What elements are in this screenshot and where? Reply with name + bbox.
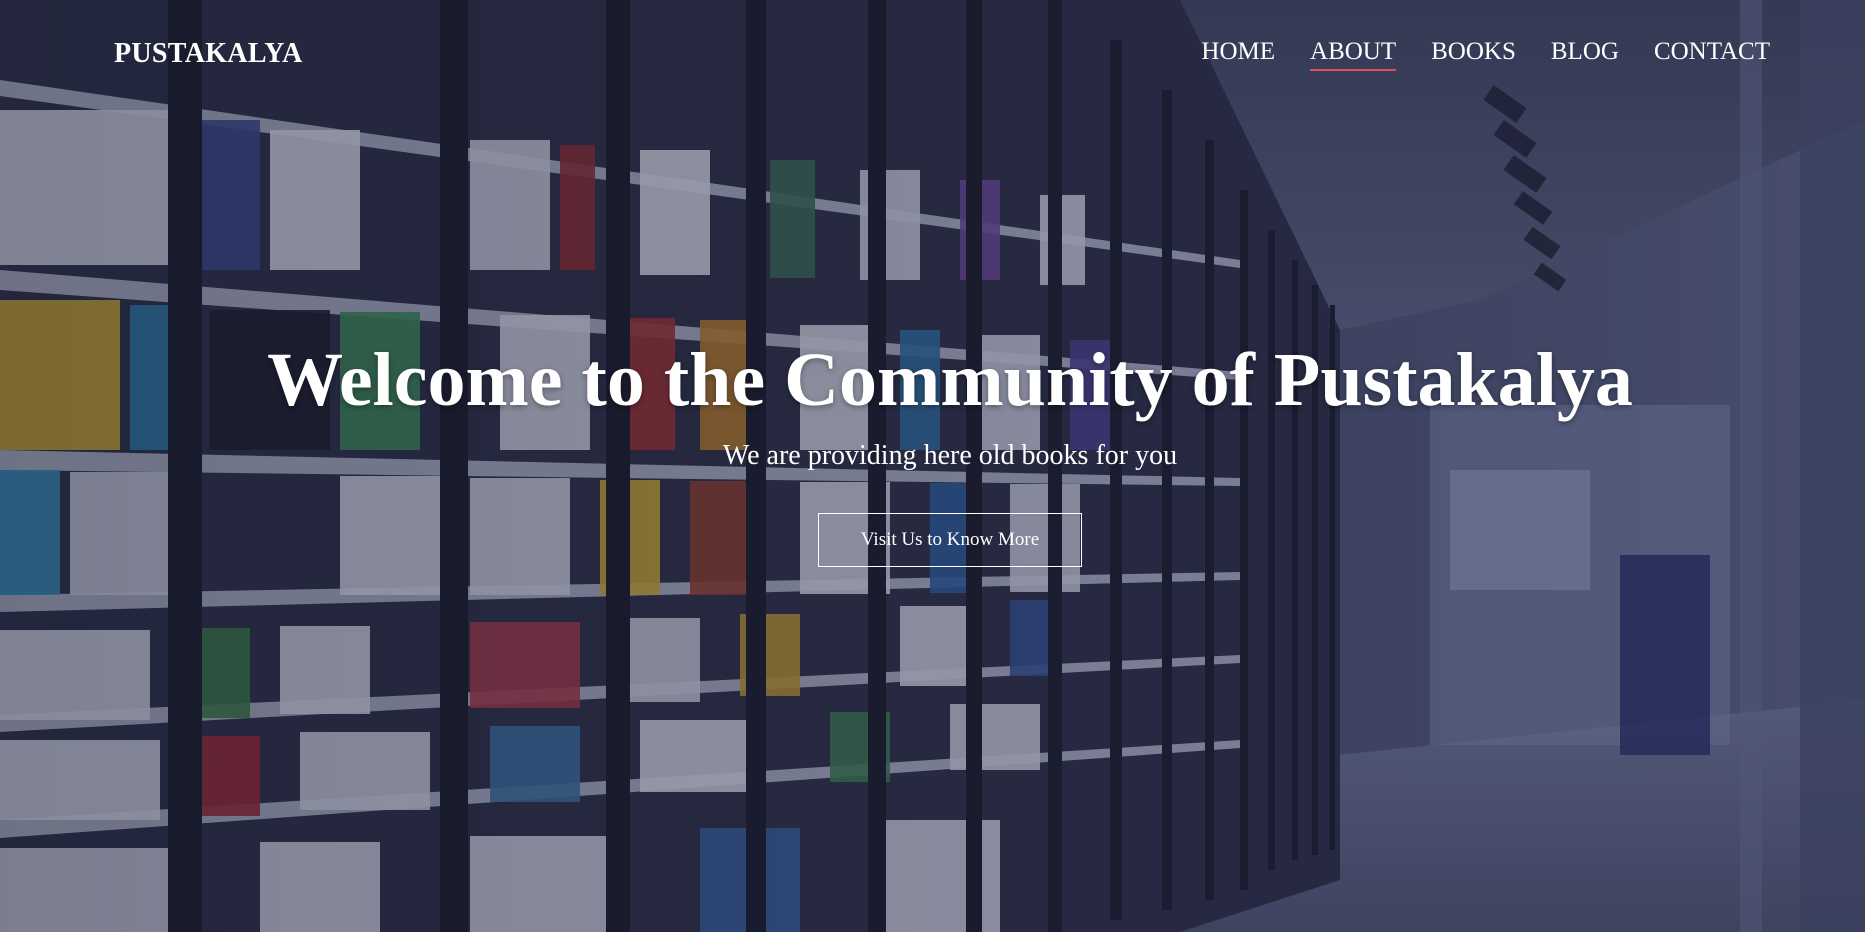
nav-item-contact[interactable]: CONTACT [1654, 38, 1770, 69]
hero-section: PUSTAKALYA HOME ABOUT BOOKS BLOG CONTACT… [0, 0, 1865, 932]
brand-logo[interactable]: PUSTAKALYA [114, 38, 303, 70]
navbar: PUSTAKALYA HOME ABOUT BOOKS BLOG CONTACT [0, 0, 1865, 112]
hero-title: Welcome to the Community of Pustakalya [267, 338, 1633, 422]
nav-item-home[interactable]: HOME [1201, 38, 1275, 69]
nav-item-books[interactable]: BOOKS [1431, 38, 1516, 69]
nav-menu: HOME ABOUT BOOKS BLOG CONTACT [1201, 38, 1770, 66]
nav-item-about[interactable]: ABOUT [1310, 38, 1396, 69]
hero-subtitle: We are providing here old books for you [722, 440, 1178, 471]
hero-content: Welcome to the Community of Pustakalya W… [0, 336, 1865, 567]
visit-us-button[interactable]: Visit Us to Know More [818, 513, 1082, 567]
nav-item-blog[interactable]: BLOG [1551, 38, 1619, 69]
